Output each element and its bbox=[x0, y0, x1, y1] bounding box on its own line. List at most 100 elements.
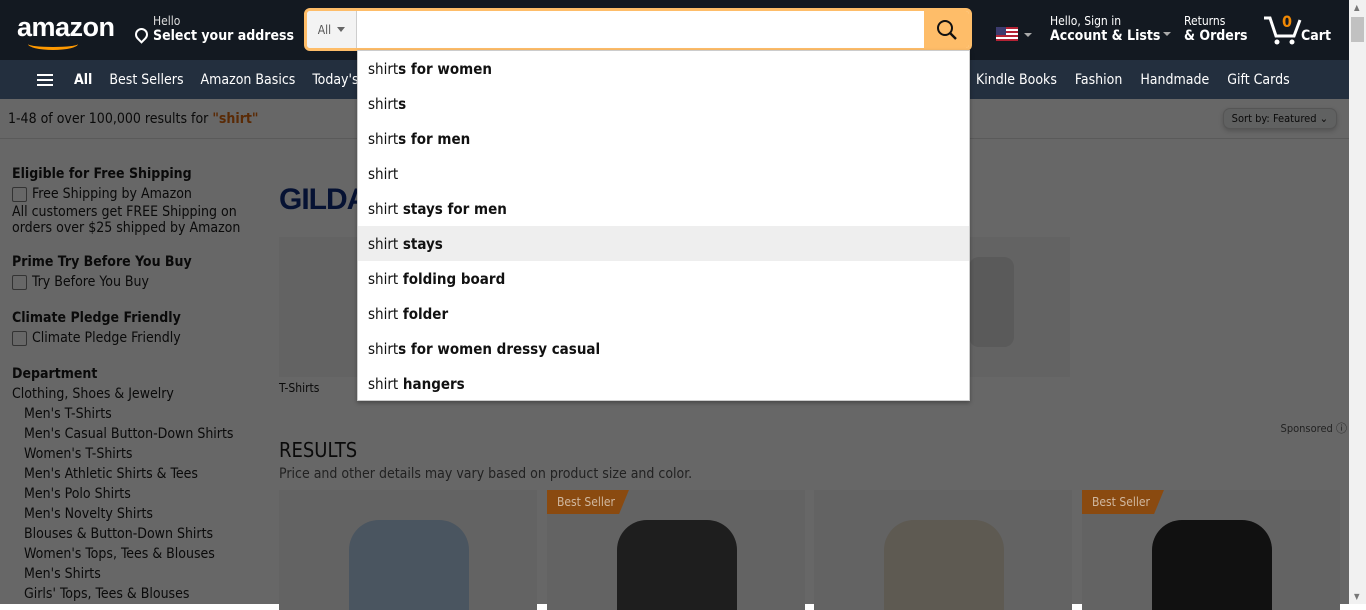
results-query: "shirt" bbox=[212, 111, 259, 127]
department-link[interactable]: Men's Casual Button-Down Shirts bbox=[24, 424, 252, 444]
suggestion-item[interactable]: shirt folder bbox=[358, 296, 969, 331]
filter-heading: Climate Pledge Friendly bbox=[12, 310, 181, 326]
search-category-dropdown[interactable]: All bbox=[307, 11, 357, 48]
scroll-up-icon[interactable]: ▲ bbox=[1354, 3, 1360, 12]
nav-amazon-basics[interactable]: Amazon Basics bbox=[201, 72, 296, 88]
search-bar: All bbox=[304, 8, 972, 51]
department-link[interactable]: Men's Athletic Shirts & Tees bbox=[24, 464, 252, 484]
suggestion-suffix: s for women bbox=[398, 59, 492, 78]
product-card[interactable]: Best Seller bbox=[1082, 490, 1340, 610]
department-link[interactable]: Women's T-Shirts bbox=[24, 444, 252, 464]
nav-fashion[interactable]: Fashion bbox=[1075, 72, 1122, 88]
sort-dropdown[interactable]: Sort by: Featured ⌄ bbox=[1222, 108, 1337, 129]
suggestion-prefix: shirt bbox=[368, 304, 399, 323]
address-label: Select your address bbox=[153, 28, 295, 44]
filter-heading: Eligible for Free Shipping bbox=[12, 166, 192, 182]
best-seller-badge: Best Seller bbox=[1082, 490, 1164, 514]
cart-label: Cart bbox=[1301, 28, 1331, 44]
sponsored-label: Sponsored ⓘ bbox=[1281, 420, 1347, 436]
search-input[interactable] bbox=[357, 11, 924, 48]
language-caret-icon bbox=[1024, 33, 1032, 41]
nav-best-sellers[interactable]: Best Sellers bbox=[109, 72, 183, 88]
us-flag-icon[interactable] bbox=[996, 27, 1018, 41]
sort-label: Sort by: bbox=[1231, 112, 1270, 125]
product-card[interactable] bbox=[279, 490, 537, 610]
filter-sidebar: Eligible for Free Shipping Free Shipping… bbox=[12, 160, 252, 604]
product-image bbox=[349, 520, 469, 610]
brand-tile-label[interactable]: T-Shirts bbox=[279, 381, 319, 395]
department-link[interactable]: Men's Novelty Shirts bbox=[24, 504, 252, 524]
department-link[interactable]: Women's Tops, Tees & Blouses bbox=[24, 544, 252, 564]
department-link[interactable]: Men's T-Shirts bbox=[24, 404, 252, 424]
suggestion-prefix: shirt bbox=[368, 199, 399, 218]
nav-gift-cards[interactable]: Gift Cards bbox=[1227, 72, 1289, 88]
suggestion-item-highlighted[interactable]: shirt stays bbox=[358, 226, 969, 261]
checkbox-icon bbox=[12, 330, 27, 346]
nav-handmade[interactable]: Handmade bbox=[1140, 72, 1209, 88]
sort-value: Featured bbox=[1272, 112, 1317, 125]
suggestion-prefix: shirt bbox=[368, 374, 399, 393]
department-link[interactable]: Men's Shirts bbox=[24, 564, 252, 584]
checkbox-label: Climate Pledge Friendly bbox=[32, 330, 181, 346]
nav-kindle-books[interactable]: Kindle Books bbox=[976, 72, 1057, 88]
logo-smile-icon bbox=[28, 38, 78, 50]
returns-orders-link[interactable]: Returns & Orders bbox=[1184, 14, 1248, 45]
department-link[interactable]: Girls' Tops, Tees & Blouses bbox=[24, 584, 252, 604]
department-link[interactable]: Men's Polo Shirts bbox=[24, 484, 252, 504]
climate-pledge-checkbox[interactable]: Climate Pledge Friendly bbox=[12, 328, 252, 348]
suggestion-suffix: stays bbox=[398, 234, 443, 253]
department-link[interactable]: Clothing, Shoes & Jewelry bbox=[12, 384, 252, 404]
search-suggestions-dropdown: shirt s for women shirt s shirt s for men s… bbox=[357, 50, 970, 401]
hello-label: Hello bbox=[153, 14, 181, 28]
department-link[interactable]: Blouses & Button-Down Shirts bbox=[24, 524, 252, 544]
product-image bbox=[884, 520, 1004, 610]
account-label: Account & Lists bbox=[1050, 28, 1161, 44]
info-icon[interactable]: ⓘ bbox=[1336, 422, 1347, 435]
suggestion-item[interactable]: shirt s for women dressy casual bbox=[358, 331, 969, 366]
suggestion-suffix: stays for men bbox=[398, 199, 507, 218]
search-icon bbox=[936, 19, 957, 40]
search-button[interactable] bbox=[924, 11, 969, 48]
suggestion-prefix: shirt bbox=[368, 94, 399, 113]
page-scrollbar[interactable]: ▲ ▼ bbox=[1349, 0, 1366, 604]
address-selector[interactable]: Hello Select your address bbox=[132, 14, 295, 44]
shirt-image bbox=[969, 257, 1014, 347]
product-card[interactable]: Best Seller bbox=[547, 490, 805, 610]
suggestion-item[interactable]: shirt s bbox=[358, 86, 969, 121]
caret-down-icon bbox=[1163, 32, 1172, 40]
product-card[interactable] bbox=[814, 490, 1072, 610]
hamburger-icon bbox=[37, 73, 53, 86]
suggestion-suffix: hangers bbox=[398, 374, 465, 393]
suggestion-suffix: s bbox=[398, 94, 407, 113]
scroll-down-icon[interactable]: ▼ bbox=[1354, 592, 1360, 601]
suggestion-item[interactable]: shirt s for men bbox=[358, 121, 969, 156]
filter-heading: Department bbox=[12, 366, 98, 382]
suggestion-item[interactable]: shirt bbox=[358, 156, 969, 191]
scrollbar-thumb[interactable] bbox=[1351, 17, 1364, 42]
results-description: Price and other details may vary based o… bbox=[279, 466, 693, 482]
suggestion-item[interactable]: shirt folding board bbox=[358, 261, 969, 296]
results-count: 1-48 of over 100,000 results for bbox=[8, 111, 213, 127]
suggestion-suffix: folder bbox=[398, 304, 449, 323]
category-label: All bbox=[317, 22, 332, 37]
all-label: All bbox=[74, 71, 93, 88]
free-shipping-checkbox[interactable]: Free Shipping by Amazon bbox=[12, 184, 252, 204]
account-lists-menu[interactable]: Hello, Sign in Account & Lists bbox=[1050, 14, 1172, 45]
best-seller-badge: Best Seller bbox=[547, 490, 629, 514]
checkbox-label: Try Before You Buy bbox=[32, 274, 149, 290]
filter-heading: Prime Try Before You Buy bbox=[12, 254, 192, 270]
all-menu-button[interactable]: All bbox=[20, 72, 92, 88]
sponsored-text: Sponsored bbox=[1280, 422, 1333, 435]
suggestion-item[interactable]: shirt stays for men bbox=[358, 191, 969, 226]
suggestion-item[interactable]: shirt s for women bbox=[358, 51, 969, 86]
try-before-buy-checkbox[interactable]: Try Before You Buy bbox=[12, 272, 252, 292]
checkbox-label: Free Shipping by Amazon bbox=[32, 186, 192, 202]
suggestion-prefix: shirt bbox=[368, 59, 399, 78]
suggestion-suffix: s for men bbox=[398, 129, 471, 148]
results-heading: RESULTS bbox=[279, 438, 358, 462]
suggestion-prefix: shirt bbox=[368, 269, 399, 288]
suggestion-item[interactable]: shirt hangers bbox=[358, 366, 969, 401]
suggestion-suffix: s for women dressy casual bbox=[398, 339, 601, 358]
caret-down-icon bbox=[337, 27, 346, 36]
suggestion-prefix: shirt bbox=[368, 339, 399, 358]
